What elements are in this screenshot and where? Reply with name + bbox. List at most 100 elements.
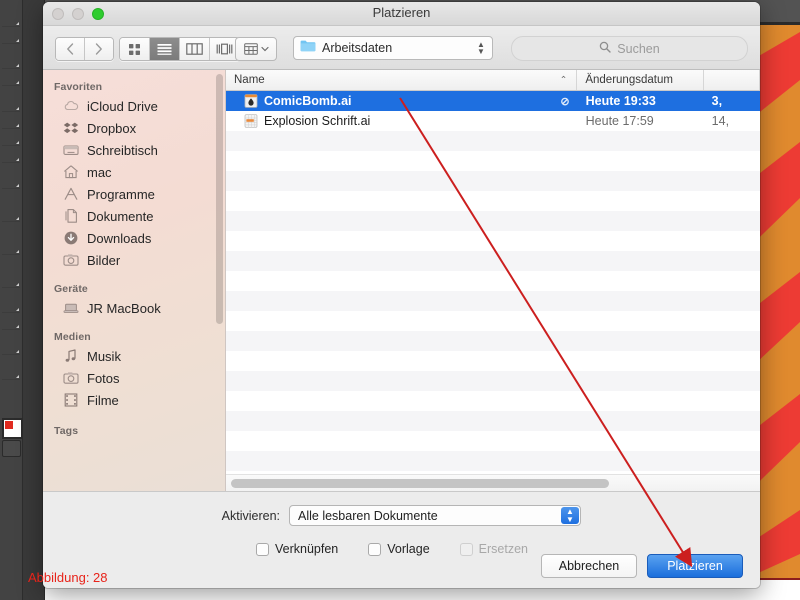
empty-row — [226, 171, 760, 191]
movies-icon — [63, 392, 79, 408]
checkbox-box[interactable] — [368, 542, 382, 556]
checkbox-verknuepfen[interactable]: Verknüpfen — [256, 542, 338, 556]
checkbox-label: Ersetzen — [478, 542, 528, 556]
alias-badge-icon: ⊘ — [560, 95, 570, 108]
stroke-color-swatch[interactable] — [2, 440, 21, 457]
file-size-cell: 3, — [711, 94, 723, 108]
empty-row — [226, 391, 760, 411]
view-mode-segmented-control[interactable] — [119, 37, 240, 61]
enable-row: Aktivieren: Alle lesbaren Dokumente ▲ ▼ — [43, 505, 760, 526]
place-button[interactable]: Platzieren — [647, 554, 743, 578]
sidebar-item-label: JR MacBook — [87, 300, 161, 316]
popup-stepper-icon: ▲ ▼ — [477, 40, 485, 56]
ai-text-file-icon — [244, 114, 258, 128]
tool-slot[interactable] — [2, 296, 20, 313]
search-field[interactable]: Suchen — [511, 36, 748, 61]
cancel-button[interactable]: Abbrechen — [541, 554, 637, 578]
sort-caret-icon: ⌃ — [559, 74, 568, 85]
sidebar-item-programme[interactable]: Programme — [43, 183, 225, 205]
enable-popup-button[interactable]: Alle lesbaren Dokumente ▲ ▼ — [289, 505, 581, 526]
column-header-name[interactable]: Name ⌃ — [226, 70, 578, 90]
forward-button[interactable] — [85, 38, 113, 60]
column-view-button[interactable] — [180, 38, 210, 60]
horizontal-scrollbar[interactable] — [226, 474, 760, 491]
tool-slot[interactable] — [2, 69, 20, 86]
checkbox-label: Verknüpfen — [275, 542, 339, 556]
column-header-label: Änderungsdatum — [585, 74, 673, 86]
sidebar-item-bilder[interactable]: Bilder — [43, 249, 225, 271]
sidebar-item-musik[interactable]: Musik — [43, 345, 225, 367]
illustrator-tool-dock[interactable] — [0, 0, 23, 600]
sidebar-item-label: Fotos — [87, 370, 120, 386]
photos-icon — [63, 370, 79, 386]
file-size-cell: 14, — [711, 114, 730, 128]
sidebar-item-dropbox[interactable]: Dropbox — [43, 117, 225, 139]
scrollbar-thumb[interactable] — [231, 479, 609, 488]
tool-slot[interactable] — [2, 129, 20, 146]
dialog-title: Platzieren — [372, 5, 431, 20]
sidebar-item-label: iCloud Drive — [87, 98, 158, 114]
chevron-down-icon — [260, 46, 269, 52]
empty-row — [226, 191, 760, 211]
enable-label: Aktivieren: — [221, 508, 280, 523]
sidebar-group-title: Geräte — [54, 283, 88, 295]
sidebar-item-mac[interactable]: mac — [43, 161, 225, 183]
navigation-segmented-control[interactable] — [55, 37, 114, 61]
tool-slot[interactable] — [2, 271, 20, 288]
sidebar-item-schreibtisch[interactable]: Schreibtisch — [43, 139, 225, 161]
file-list-rows: ComicBomb.ai ⊘ Heute 19:33 3, Explosion … — [226, 91, 760, 471]
checkbox-vorlage[interactable]: Vorlage — [368, 542, 430, 556]
file-name-label: Explosion Schrift.ai — [264, 114, 371, 128]
sidebar-item-label: Dropbox — [87, 120, 137, 136]
tool-slot[interactable] — [2, 27, 20, 44]
file-list[interactable]: Name ⌃ Änderungsdatum ComicBomb.ai ⊘ Heu… — [226, 70, 760, 491]
dialog-toolbar: Arbeitsdaten ▲ ▼ Suchen — [43, 26, 760, 70]
location-popup-button[interactable]: Arbeitsdaten ▲ ▼ — [293, 36, 493, 60]
sidebar-item-icloud-drive[interactable]: iCloud Drive — [43, 95, 225, 117]
table-row[interactable]: Explosion Schrift.ai Heute 17:59 14, — [226, 111, 760, 131]
tool-slot[interactable] — [2, 338, 20, 355]
action-menu-button[interactable] — [235, 37, 277, 61]
location-label: Arbeitsdaten — [322, 41, 393, 55]
tool-slot[interactable] — [2, 205, 20, 222]
sidebar-item-fotos[interactable]: Fotos — [43, 367, 225, 389]
tool-slot[interactable] — [2, 146, 20, 163]
sidebar-item-dokumente[interactable]: Dokumente — [43, 205, 225, 227]
fill-color-swatch[interactable] — [2, 418, 23, 439]
columns-icon — [186, 43, 203, 55]
sidebar-scrollbar[interactable] — [216, 74, 223, 324]
tool-slot[interactable] — [2, 52, 20, 69]
documents-icon — [63, 208, 79, 224]
icon-view-button[interactable] — [120, 38, 150, 60]
sidebar-item-jr-macbook[interactable]: JR MacBook — [43, 297, 225, 319]
desktop-icon — [63, 142, 79, 158]
tool-slot[interactable] — [2, 238, 20, 255]
empty-row — [226, 431, 760, 451]
checkbox-box[interactable] — [256, 542, 269, 556]
column-header-size[interactable] — [704, 70, 760, 90]
column-header-date[interactable]: Änderungsdatum — [577, 70, 704, 90]
empty-row — [226, 371, 760, 391]
tool-slot[interactable] — [2, 10, 20, 27]
sidebar-item-downloads[interactable]: Downloads — [43, 227, 225, 249]
list-view-button[interactable] — [150, 38, 180, 60]
tool-slot[interactable] — [2, 363, 20, 380]
sidebar-group-title: Medien — [54, 331, 91, 343]
tool-slot[interactable] — [2, 112, 20, 129]
back-button[interactable] — [56, 38, 85, 60]
file-date-cell: Heute 19:33 — [585, 94, 656, 108]
folder-icon — [300, 39, 316, 57]
ai-file-icon — [244, 94, 258, 108]
empty-row — [226, 131, 760, 151]
sidebar-item-label: mac — [87, 164, 112, 180]
tool-slot[interactable] — [2, 172, 20, 189]
sidebar[interactable]: Favoriten iCloud Drive Dropbox Schreibti… — [43, 70, 226, 491]
table-row[interactable]: ComicBomb.ai ⊘ Heute 19:33 3, — [226, 91, 760, 111]
search-placeholder: Suchen — [617, 41, 660, 56]
tool-slot[interactable] — [2, 95, 20, 112]
checkbox-box — [459, 542, 473, 556]
sidebar-item-filme[interactable]: Filme — [43, 389, 225, 411]
tool-slot[interactable] — [2, 313, 20, 330]
illustrator-tool-panel[interactable] — [0, 0, 45, 600]
list-icon — [157, 44, 172, 55]
